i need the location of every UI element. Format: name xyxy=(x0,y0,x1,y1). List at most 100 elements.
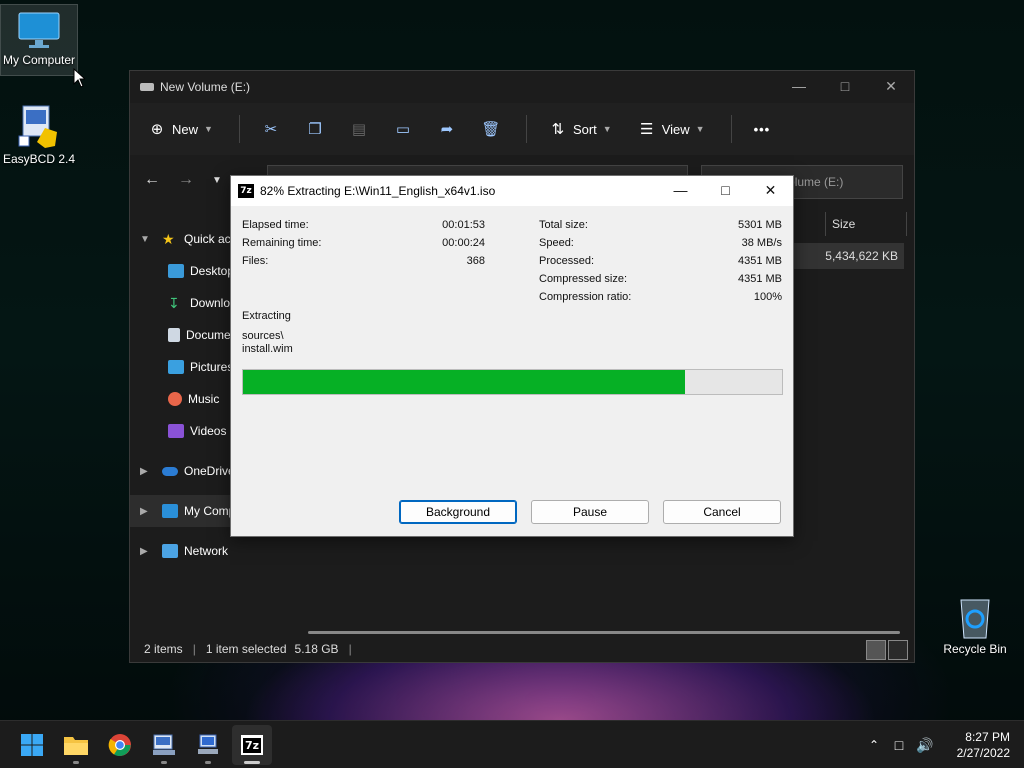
back-arrow-icon[interactable]: ← xyxy=(144,171,178,189)
compression-ratio-label: Compression ratio: xyxy=(539,291,632,303)
dialog-window-controls: — □ ✕ xyxy=(658,176,793,204)
taskbar-clock[interactable]: 8:27 PM 2/27/2022 xyxy=(957,729,1010,761)
tiles-view-button[interactable] xyxy=(888,640,908,660)
chevron-down-icon: ▼ xyxy=(602,124,612,134)
file-size-value: 5,434,622 KB xyxy=(825,249,898,263)
taskbar-computer-app[interactable] xyxy=(188,725,228,765)
chevron-up-icon[interactable]: ⌃ xyxy=(862,738,886,752)
sidebar-item-label: Videos xyxy=(190,424,227,438)
files-label: Files: xyxy=(242,255,269,267)
desktop-icon-recycle-bin[interactable]: Recycle Bin xyxy=(936,594,1014,656)
taskbar-chrome[interactable] xyxy=(100,725,140,765)
windows-logo-icon xyxy=(21,734,43,756)
sidebar-item-label: Desktop xyxy=(190,264,235,278)
copy-button[interactable]: ❐ xyxy=(306,120,324,138)
taskbar-easybcd[interactable] xyxy=(144,725,184,765)
current-path-file: install.wim xyxy=(242,343,293,355)
folder-icon xyxy=(64,737,88,755)
extraction-progress-bar xyxy=(242,369,783,395)
window-title: New Volume (E:) xyxy=(160,80,251,94)
minimize-button[interactable]: — xyxy=(776,71,822,101)
new-button[interactable]: ⊕ New ▼ xyxy=(148,120,213,138)
details-view-button[interactable] xyxy=(866,640,886,660)
forward-arrow-icon[interactable]: → xyxy=(178,171,212,189)
layout-toggle xyxy=(864,640,908,660)
clock-date: 2/27/2022 xyxy=(956,746,1010,760)
paste-button[interactable]: ▤ xyxy=(350,120,368,138)
files-value: 368 xyxy=(466,255,485,267)
minimize-button[interactable]: — xyxy=(658,176,703,204)
sort-button-label: Sort xyxy=(572,121,597,137)
cancel-button-label: Cancel xyxy=(703,505,741,519)
sidebar-item-label: OneDrive xyxy=(184,464,235,478)
chrome-icon xyxy=(108,734,131,756)
status-selected-size: 5.18 GB xyxy=(294,642,339,656)
total-size-label: Total size: xyxy=(539,219,588,231)
chevron-right-icon: ▶ xyxy=(140,505,148,517)
7zip-icon: 7z xyxy=(241,735,263,755)
file-row-size-cell[interactable]: 5,434,622 KB xyxy=(778,243,904,269)
pause-button[interactable]: Pause xyxy=(531,500,649,524)
start-button[interactable] xyxy=(12,725,52,765)
extraction-progress-dialog: 7z 82% Extracting E:\Win11_English_x64v1… xyxy=(230,175,794,537)
desktop-icon-label: Recycle Bin xyxy=(943,642,1007,656)
running-indicator xyxy=(205,761,211,764)
processed-value: 4351 MB xyxy=(737,255,782,267)
paste-icon: ▤ xyxy=(351,121,367,138)
delete-button[interactable]: 🗑 xyxy=(481,120,500,138)
cancel-button[interactable]: Cancel xyxy=(663,500,781,524)
volume-icon[interactable]: 🔊 xyxy=(912,737,938,754)
plus-circle-icon: ⊕ xyxy=(150,121,164,138)
desktop-icon-my-computer[interactable]: My Computer xyxy=(0,4,78,76)
processed-label: Processed: xyxy=(539,255,595,267)
current-path-folder: sources\ xyxy=(242,330,284,342)
video-icon xyxy=(168,424,184,438)
mouse-cursor-icon xyxy=(73,68,85,88)
speed-value: 38 MB/s xyxy=(741,237,782,249)
music-note-icon xyxy=(168,392,182,406)
status-bar: 2 items | 1 item selected 5.18 GB | xyxy=(130,636,914,662)
rename-button[interactable]: ▭ xyxy=(394,120,412,138)
background-button[interactable]: Background xyxy=(399,500,517,524)
monitor-icon xyxy=(162,504,178,518)
drive-icon xyxy=(140,83,154,91)
maximize-button[interactable]: □ xyxy=(703,176,748,204)
command-bar: ⊕ New ▼ ✂ ❐ ▤ ▭ ➦ 🗑 ⇅ Sort ▼ ☰ View ▼ ••… xyxy=(130,103,914,155)
new-button-label: New xyxy=(172,121,199,137)
network-icon xyxy=(162,544,178,558)
chevron-down-icon: ▼ xyxy=(140,233,150,245)
view-lines-icon: ☰ xyxy=(639,121,654,138)
horizontal-scrollbar[interactable] xyxy=(308,631,900,634)
view-button[interactable]: ☰ View ▼ xyxy=(638,120,705,138)
running-indicator xyxy=(244,761,260,764)
network-icon[interactable]: □ xyxy=(886,737,912,753)
sidebar-item-label: Pictures xyxy=(190,360,234,374)
sort-button[interactable]: ⇅ Sort ▼ xyxy=(549,120,612,138)
sidebar-item-label: Network xyxy=(184,544,229,558)
dialog-title: 82% Extracting E:\Win11_English_x64v1.is… xyxy=(260,184,496,198)
taskbar-file-explorer[interactable] xyxy=(56,725,96,765)
maximize-button[interactable]: □ xyxy=(822,71,868,101)
share-button[interactable]: ➦ xyxy=(438,120,456,138)
easybcd-icon xyxy=(153,734,175,755)
operation-status-label: Extracting xyxy=(242,310,291,322)
status-separator: | xyxy=(192,642,196,656)
clock-time: 8:27 PM xyxy=(965,730,1010,744)
status-selected-count: 1 item selected xyxy=(205,642,287,656)
divider xyxy=(238,115,240,143)
sidebar-item-network[interactable]: ▶ Network xyxy=(130,535,288,567)
more-options-button[interactable]: ••• xyxy=(754,122,771,137)
desktop-icon-easybcd[interactable]: EasyBCD 2.4 xyxy=(0,102,78,166)
column-header-size[interactable]: Size xyxy=(825,212,907,236)
close-button[interactable]: ✕ xyxy=(868,71,914,101)
document-icon xyxy=(168,328,180,342)
taskbar-7zip[interactable]: 7z xyxy=(232,725,272,765)
picture-icon xyxy=(168,360,184,374)
status-separator: | xyxy=(348,642,352,656)
7zip-icon: 7z xyxy=(238,184,254,198)
close-button[interactable]: ✕ xyxy=(748,176,793,204)
view-button-label: View xyxy=(661,121,690,137)
cut-button[interactable]: ✂ xyxy=(262,120,280,138)
recycle-bin-icon xyxy=(955,594,995,640)
sidebar-item-label: Music xyxy=(188,392,220,406)
